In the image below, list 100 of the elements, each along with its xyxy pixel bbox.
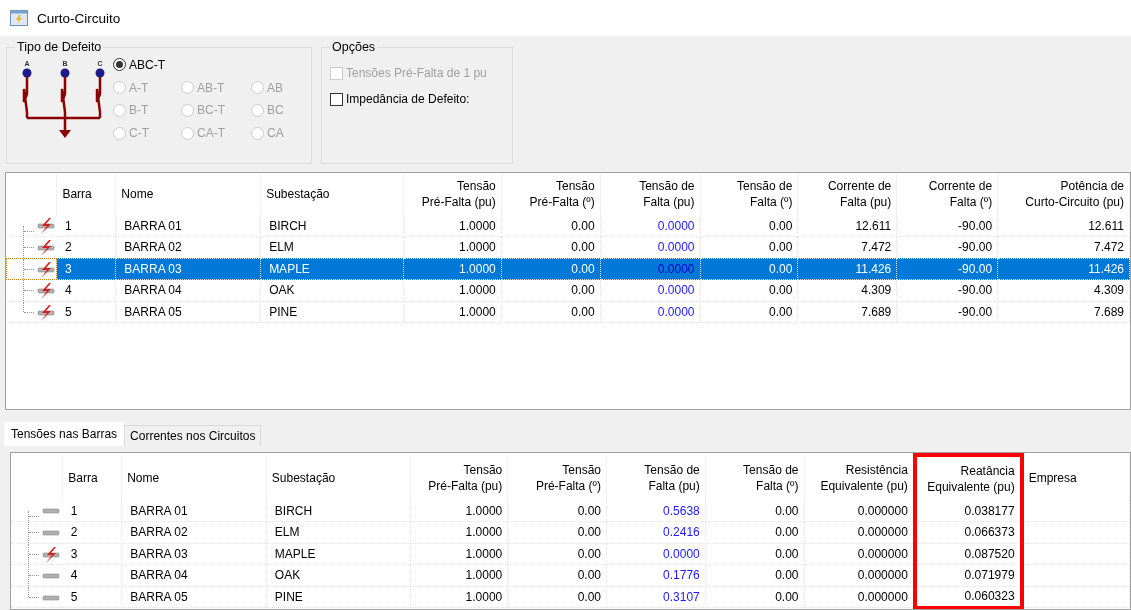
table-cell: BARRA 01 bbox=[115, 215, 261, 237]
table-cell: 0.0000 bbox=[600, 258, 700, 280]
table-cell: 0.000000 bbox=[804, 586, 915, 608]
column-header[interactable]: Corrente de Falta (pu) bbox=[797, 173, 897, 215]
table-cell: 0.2416 bbox=[606, 521, 706, 543]
table-cell: -90.00 bbox=[896, 301, 998, 323]
table-cell: BARRA 02 bbox=[121, 521, 267, 543]
table-cell: 1.0000 bbox=[410, 564, 508, 586]
fault-bus-icon bbox=[41, 546, 61, 563]
column-header[interactable]: Tensão Pré-Falta (pu) bbox=[410, 455, 508, 500]
table-cell: 0.0000 bbox=[600, 301, 700, 323]
table-cell: BARRA 04 bbox=[121, 564, 267, 586]
table-cell: ELM bbox=[266, 521, 410, 543]
table-cell: BIRCH bbox=[260, 215, 404, 237]
fault-bus-icon bbox=[36, 261, 56, 278]
table-cell: 11.426 bbox=[797, 258, 897, 280]
table-cell: 0.00 bbox=[705, 564, 804, 586]
table-cell: 0.038177 bbox=[914, 500, 1022, 522]
column-header[interactable]: Tensão de Falta (pu) bbox=[600, 173, 700, 215]
table-cell: 0.00 bbox=[507, 543, 607, 565]
table-cell: 0.00 bbox=[507, 586, 607, 608]
column-header[interactable]: Corrente de Falta (º) bbox=[896, 173, 998, 215]
column-header[interactable]: Tensão Pré-Falta (pu) bbox=[403, 173, 502, 215]
table-cell: 1.0000 bbox=[403, 258, 502, 280]
table-cell: 0.00 bbox=[507, 564, 607, 586]
table-cell: 0.00 bbox=[705, 500, 804, 522]
table-cell: 0.00 bbox=[700, 215, 798, 237]
column-header[interactable]: Nome bbox=[115, 173, 261, 215]
table-cell: OAK bbox=[266, 564, 410, 586]
column-header[interactable]: Reatância Equivalente (pu) bbox=[914, 455, 1022, 500]
column-header[interactable]: Barra bbox=[56, 173, 116, 215]
column-header[interactable]: Potência de Curto-Circuito (pu) bbox=[997, 173, 1130, 215]
table-cell: BARRA 05 bbox=[121, 586, 267, 608]
column-header[interactable]: Subestação bbox=[260, 173, 404, 215]
table-cell: 1.0000 bbox=[410, 521, 508, 543]
column-header[interactable]: Resistência Equivalente (pu) bbox=[804, 455, 915, 500]
table-cell: OAK bbox=[260, 279, 404, 301]
column-header[interactable]: Empresa bbox=[1021, 455, 1130, 500]
table-cell: 1.0000 bbox=[410, 586, 508, 608]
table-cell: 1.0000 bbox=[403, 301, 502, 323]
table-cell: 0.00 bbox=[705, 543, 804, 565]
table-cell: 0.00 bbox=[501, 215, 601, 237]
table-cell: -90.00 bbox=[896, 258, 998, 280]
column-header[interactable]: Tensão de Falta (º) bbox=[705, 455, 804, 500]
table-cell: 0.000000 bbox=[804, 521, 915, 543]
table-cell: 1 bbox=[62, 500, 122, 522]
table-cell: BIRCH bbox=[266, 500, 410, 522]
table-cell: 0.071979 bbox=[914, 564, 1022, 586]
table-cell: 0.00 bbox=[507, 500, 607, 522]
table-cell: 1.0000 bbox=[410, 500, 508, 522]
table-cell: PINE bbox=[266, 586, 410, 608]
column-header[interactable]: Tensão de Falta (º) bbox=[700, 173, 798, 215]
table-cell: 0.3107 bbox=[606, 586, 706, 608]
fault-bus-icon bbox=[36, 283, 56, 299]
table-cell: MAPLE bbox=[266, 543, 410, 565]
table-cell: 0.00 bbox=[501, 258, 601, 280]
table-cell: 4 bbox=[56, 279, 116, 301]
table-cell: 4.309 bbox=[797, 279, 897, 301]
table-cell: 1.0000 bbox=[403, 215, 502, 237]
window-icon bbox=[10, 10, 28, 26]
column-header[interactable]: Tensão Pré-Falta (º) bbox=[507, 455, 607, 500]
table-cell: BARRA 03 bbox=[121, 543, 267, 565]
table-cell: BARRA 03 bbox=[115, 258, 261, 280]
table-cell: 4.309 bbox=[997, 279, 1130, 301]
table-cell: 0.087520 bbox=[914, 543, 1022, 565]
table-cell: 0.0000 bbox=[606, 543, 706, 565]
table-cell: 0.00 bbox=[501, 279, 601, 301]
fault-bus-icon bbox=[36, 304, 56, 321]
table-cell: 4 bbox=[62, 564, 122, 586]
checkbox[interactable]: Impedância de Defeito: bbox=[330, 88, 504, 110]
table-cell: 0.00 bbox=[700, 279, 798, 301]
table-cell: 0.00 bbox=[507, 521, 607, 543]
table-cell: 0.0000 bbox=[600, 279, 700, 301]
table-cell: 12.611 bbox=[997, 215, 1130, 237]
column-header[interactable]: Subestação bbox=[266, 455, 410, 500]
group-title: Tipo de Defeito bbox=[16, 40, 103, 54]
table-cell: BARRA 01 bbox=[121, 500, 267, 522]
column-header[interactable]: Tensão Pré-Falta (º) bbox=[501, 173, 601, 215]
table-cell: 1 bbox=[56, 215, 116, 237]
fault-bus-icon bbox=[36, 240, 56, 256]
table-cell: 0.060323 bbox=[914, 586, 1022, 608]
column-header[interactable]: Tensão de Falta (pu) bbox=[606, 455, 706, 500]
table-cell: -90.00 bbox=[896, 279, 998, 301]
table-cell: 0.0000 bbox=[600, 215, 700, 237]
table-cell: 12.611 bbox=[797, 215, 897, 237]
table-cell: 3 bbox=[56, 258, 116, 280]
table-cell: PINE bbox=[260, 301, 404, 323]
tab[interactable]: Tensões nas Barras bbox=[4, 422, 125, 446]
table-cell: 2 bbox=[62, 521, 122, 543]
table-cell: 5 bbox=[56, 301, 116, 323]
table-cell: 1.0000 bbox=[403, 279, 502, 301]
tab[interactable]: Correntes nos Circuitos bbox=[124, 425, 262, 446]
table-cell: -90.00 bbox=[896, 215, 998, 237]
radio-option[interactable]: ABC-T bbox=[113, 57, 297, 73]
column-header[interactable]: Barra bbox=[62, 455, 122, 500]
column-header[interactable]: Nome bbox=[121, 455, 267, 500]
table-cell: 7.689 bbox=[797, 301, 897, 323]
table-cell: 0.000000 bbox=[804, 500, 915, 522]
table-cell: 0.066373 bbox=[914, 521, 1022, 543]
table-cell: 0.1776 bbox=[606, 564, 706, 586]
